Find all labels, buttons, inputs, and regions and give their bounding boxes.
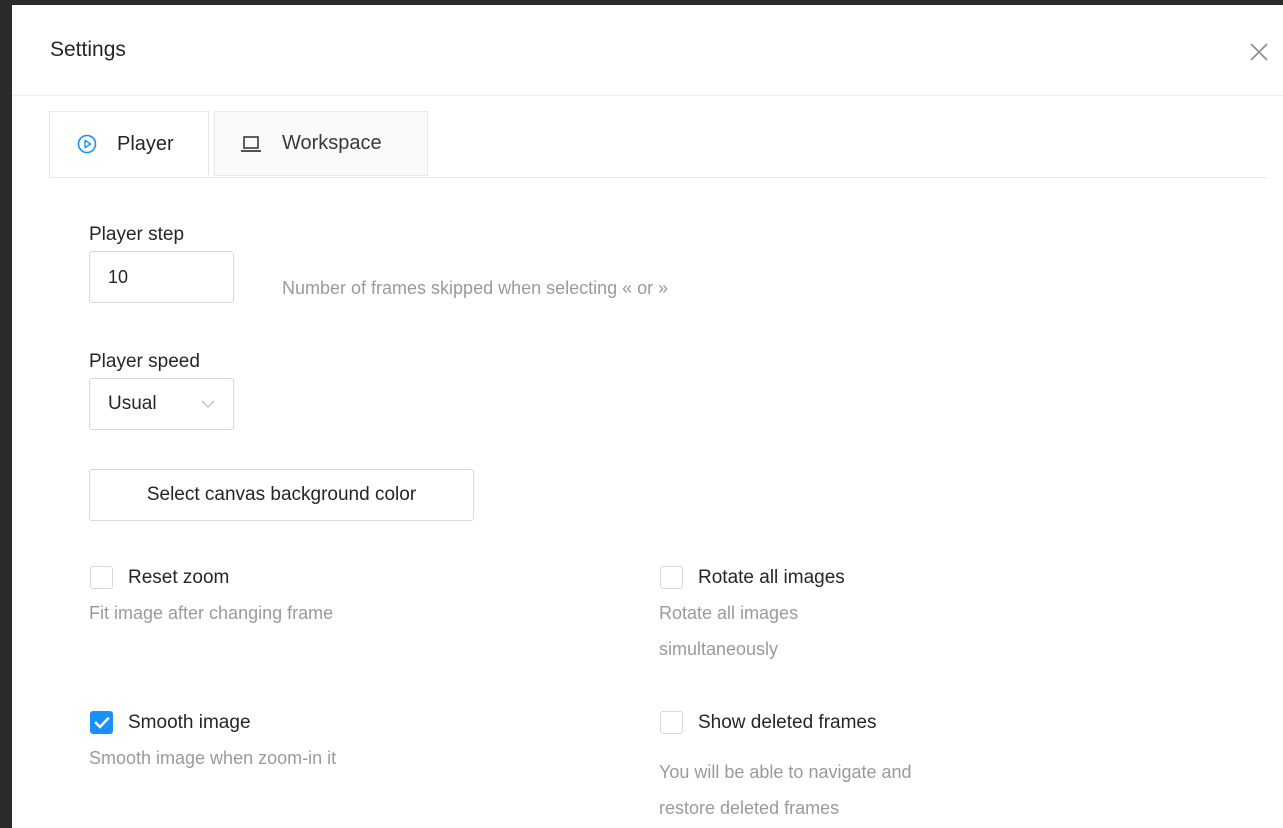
reset-zoom-checkbox[interactable]	[90, 566, 113, 589]
player-step-input[interactable]	[89, 251, 234, 303]
rotate-all-images-label[interactable]: Rotate all images	[698, 567, 845, 589]
reset-zoom-hint: Fit image after changing frame	[89, 603, 334, 623]
smooth-image-checkbox[interactable]	[90, 711, 113, 734]
settings-modal: Settings Player Workspace Player step 10…	[12, 5, 1283, 828]
settings-tabs: Player Workspace	[49, 111, 1267, 178]
modal-header: Settings	[12, 5, 1283, 96]
player-step-label: Player step	[89, 224, 185, 245]
chevron-down-icon	[201, 400, 215, 408]
show-deleted-frames-hint-line2: restore deleted frames	[659, 798, 840, 818]
select-canvas-bg-color-button[interactable]: Select canvas background color	[89, 469, 474, 521]
tab-workspace-label: Workspace	[282, 132, 382, 154]
player-speed-select[interactable]: Usual	[89, 378, 234, 430]
checkmark-icon	[94, 716, 110, 729]
smooth-image-hint: Smooth image when zoom-in it	[89, 748, 337, 768]
close-icon	[1250, 43, 1268, 61]
player-step-hint: Number of frames skipped when selecting …	[282, 278, 669, 298]
play-circle-icon	[77, 134, 97, 154]
show-deleted-frames-hint-line1: You will be able to navigate and	[659, 762, 912, 782]
tab-workspace[interactable]: Workspace	[214, 111, 428, 176]
show-deleted-frames-checkbox[interactable]	[660, 711, 683, 734]
tab-player[interactable]: Player	[49, 111, 209, 177]
player-speed-label: Player speed	[89, 351, 200, 372]
rotate-all-images-checkbox[interactable]	[660, 566, 683, 589]
modal-title: Settings	[50, 38, 126, 61]
rotate-all-images-hint-line1: Rotate all images	[659, 603, 799, 623]
close-button[interactable]	[1248, 41, 1270, 63]
laptop-icon	[240, 134, 262, 154]
tab-player-label: Player	[117, 132, 174, 155]
smooth-image-label[interactable]: Smooth image	[128, 712, 251, 734]
show-deleted-frames-label[interactable]: Show deleted frames	[698, 712, 877, 734]
player-speed-value: Usual	[108, 393, 157, 414]
rotate-all-images-hint-line2: simultaneously	[659, 639, 779, 659]
reset-zoom-label[interactable]: Reset zoom	[128, 567, 229, 589]
